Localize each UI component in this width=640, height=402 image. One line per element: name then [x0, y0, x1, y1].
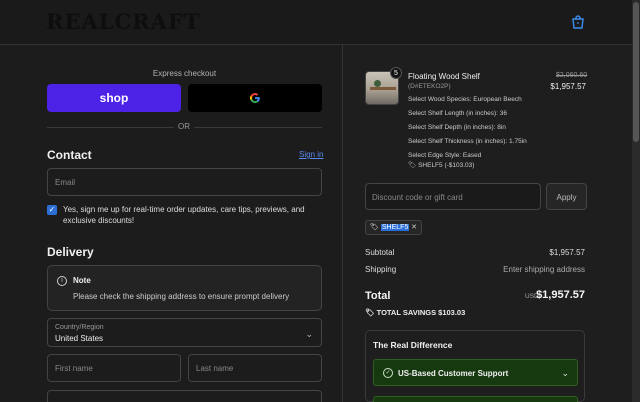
applied-discount-chip: 🏷︎ SHELF5 ✕: [365, 220, 422, 235]
discount-code: SHELF5: [380, 224, 410, 231]
total-savings: 🏷︎ TOTAL SAVINGS $103.03: [365, 308, 465, 317]
delivery-heading: Delivery: [47, 245, 94, 259]
signin-link[interactable]: Sign in: [299, 150, 323, 159]
shipping-value: Enter shipping address: [503, 265, 585, 274]
close-icon[interactable]: ✕: [411, 221, 417, 234]
tag-icon: 🏷︎: [365, 308, 375, 317]
subtotal-label: Subtotal: [365, 248, 395, 257]
email-field[interactable]: Email: [47, 168, 322, 196]
tag-icon: 🏷︎: [408, 162, 417, 169]
shipping-label: Shipping: [365, 265, 397, 274]
country-label: Country/Region: [55, 324, 104, 331]
product-discount-line: 🏷︎ SHELF5 (-$103.03): [408, 161, 474, 169]
first-name-field[interactable]: First name: [47, 354, 181, 382]
info-icon: i: [57, 276, 67, 286]
product-option: Select Edge Style: Eased: [408, 152, 482, 159]
address-field[interactable]: [47, 390, 322, 402]
last-name-field[interactable]: Last name: [188, 354, 322, 382]
product-discount-text: SHELF5 (-$103.03): [418, 162, 475, 169]
apply-button[interactable]: Apply: [546, 183, 587, 210]
product-option: Select Shelf Depth (in inches): 8in: [408, 124, 506, 131]
chevron-down-icon: ⌄: [561, 368, 569, 378]
quantity-badge: 5: [390, 67, 402, 79]
logo[interactable]: REALCRAFT: [46, 9, 201, 34]
scrollbar[interactable]: [632, 0, 640, 402]
total-value: $1,957.57: [536, 289, 585, 301]
product-option: Select Wood Species: European Beech: [408, 96, 522, 103]
google-icon: [250, 92, 260, 103]
tag-icon: 🏷︎: [370, 224, 379, 231]
note-title: Note: [73, 276, 91, 285]
shipping-note: i Note Please check the shipping address…: [47, 265, 322, 311]
original-price: $2,060.60: [556, 72, 588, 79]
note-text: Please check the shipping address to ens…: [73, 292, 290, 301]
product-option: Select Shelf Thickness (in inches): 1.75…: [408, 138, 527, 145]
product-name: Floating Wood Shelf: [408, 72, 480, 81]
shopping-bag-icon[interactable]: [570, 14, 586, 30]
checkout-form: Express checkout shop OR Contact Sign in…: [0, 45, 343, 402]
order-summary: 5 Floating Wood Shelf (D#ETEKO2P) Select…: [344, 45, 632, 402]
google-pay-button[interactable]: [188, 84, 322, 112]
contact-heading: Contact: [47, 148, 92, 162]
product-price: $1,957.57: [550, 82, 586, 91]
chevron-down-icon: ⌄: [305, 329, 313, 339]
site-header: REALCRAFT: [0, 0, 632, 45]
subtotal-value: $1,957.57: [549, 248, 585, 257]
real-difference-title: The Real Difference: [373, 340, 453, 350]
real-difference-panel: The Real Difference ✓ US-Based Customer …: [365, 330, 585, 402]
scrollbar-thumb[interactable]: [633, 2, 639, 142]
country-value: United States: [55, 334, 104, 343]
express-checkout-title: Express checkout: [152, 69, 217, 78]
product-option: Select Shelf Length (in inches): 36: [408, 110, 508, 117]
marketing-checkbox[interactable]: ✓: [47, 205, 57, 215]
difference-item[interactable]: ✓ US-Based Customer Support ⌄: [373, 359, 578, 386]
or-separator: OR: [174, 122, 194, 131]
difference-item-label: US-Based Customer Support: [398, 369, 509, 378]
discount-code-input[interactable]: Discount code or gift card: [365, 183, 541, 210]
marketing-checkbox-label: Yes, sign me up for real-time order upda…: [63, 205, 305, 225]
difference-item[interactable]: [373, 396, 578, 402]
product-sku: (D#ETEKO2P): [408, 83, 451, 90]
total-savings-text: TOTAL SAVINGS $103.03: [376, 308, 466, 317]
country-select[interactable]: Country/Region United States ⌄: [47, 318, 322, 347]
shop-pay-button[interactable]: shop: [47, 84, 181, 112]
check-circle-icon: ✓: [383, 368, 393, 378]
total-label: Total: [365, 290, 391, 302]
